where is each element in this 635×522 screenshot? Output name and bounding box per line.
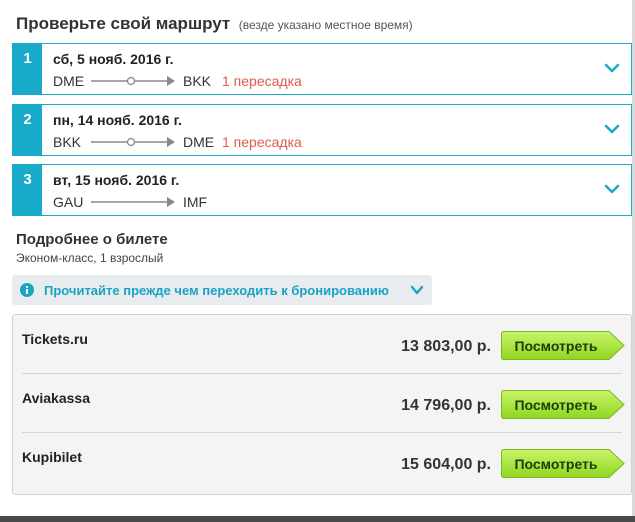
view-offer-button[interactable]: Посмотреть xyxy=(501,390,625,419)
chevron-down-icon[interactable] xyxy=(603,59,621,77)
segment-origin: GAU xyxy=(53,194,84,210)
agency-name: Kupibilet xyxy=(22,449,82,465)
segment-number: 1 xyxy=(13,44,42,94)
segment-date: пн, 14 нояб. 2016 г. xyxy=(53,112,182,128)
notice-text: Прочитайте прежде чем переходить к брони… xyxy=(44,283,389,298)
agency-name: Aviakassa xyxy=(22,390,90,406)
segment-origin: DME xyxy=(53,73,85,89)
chevron-down-icon[interactable] xyxy=(603,180,621,198)
segment-destination: DME xyxy=(183,134,215,150)
route-arrow-with-stop-icon xyxy=(91,76,175,86)
offer-row: Kupibilet 15 604,00 р. Посмотреть xyxy=(13,433,631,492)
page-subtitle: (везде указано местное время) xyxy=(238,18,413,32)
offer-price: 13 803,00 р. xyxy=(401,338,491,355)
agency-name: Tickets.ru xyxy=(22,331,88,347)
offer-price: 14 796,00 р. xyxy=(401,397,491,414)
offer-price: 15 604,00 р. xyxy=(401,456,491,473)
page-title: Проверьте свой маршрут xyxy=(16,14,231,33)
view-offer-label: Посмотреть xyxy=(514,397,598,413)
view-offer-button[interactable]: Посмотреть xyxy=(501,331,625,360)
segment-destination: IMF xyxy=(183,194,208,210)
view-offer-button[interactable]: Посмотреть xyxy=(501,449,625,478)
route-header: Проверьте свой маршрут (везде указано ме… xyxy=(16,14,413,34)
segment-number: 2 xyxy=(13,105,42,155)
segment-destination: BKK xyxy=(183,73,212,89)
offer-row: Aviakassa 14 796,00 р. Посмотреть xyxy=(13,374,631,433)
bottom-strip xyxy=(0,516,635,522)
ticket-class-info: Эконом-класс, 1 взрослый xyxy=(16,251,164,265)
chevron-down-icon[interactable] xyxy=(603,120,621,138)
segment-stops: 1 пересадка xyxy=(222,134,302,150)
segment-stops: 1 пересадка xyxy=(222,73,302,89)
flight-segment-2[interactable]: 2 пн, 14 нояб. 2016 г. BKK DME 1 пересад… xyxy=(12,104,632,156)
segment-number: 3 xyxy=(13,165,42,215)
view-offer-label: Посмотреть xyxy=(514,456,598,472)
segment-origin: BKK xyxy=(53,134,82,150)
info-icon xyxy=(20,283,34,297)
ticket-details-title: Подробнее о билете xyxy=(16,231,168,248)
offers-list: Tickets.ru 13 803,00 р. Посмотреть Aviak… xyxy=(12,314,632,495)
route-arrow-with-stop-icon xyxy=(91,137,175,147)
segment-date: сб, 5 нояб. 2016 г. xyxy=(53,51,174,67)
flight-segment-3[interactable]: 3 вт, 15 нояб. 2016 г. GAU IMF xyxy=(12,164,632,216)
segment-date: вт, 15 нояб. 2016 г. xyxy=(53,172,180,188)
view-offer-label: Посмотреть xyxy=(514,338,598,354)
route-arrow-icon xyxy=(91,197,175,207)
offer-row: Tickets.ru 13 803,00 р. Посмотреть xyxy=(13,315,631,374)
flight-segment-1[interactable]: 1 сб, 5 нояб. 2016 г. DME BKK 1 пересадк… xyxy=(12,43,632,95)
booking-notice[interactable]: Прочитайте прежде чем переходить к брони… xyxy=(12,275,432,305)
chevron-down-icon[interactable] xyxy=(410,283,424,297)
